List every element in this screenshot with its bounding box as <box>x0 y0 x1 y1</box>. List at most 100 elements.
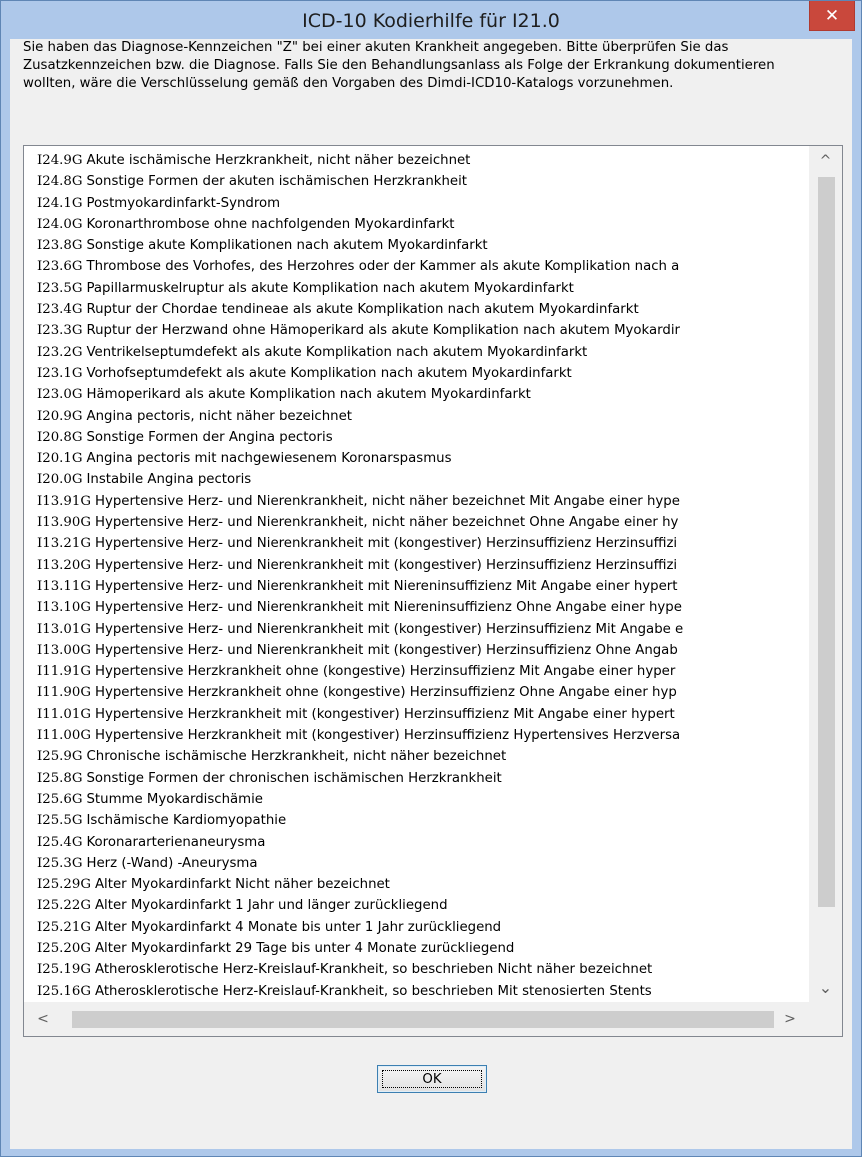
list-item[interactable]: I23.2G Ventrikelseptumdefekt als akute Ko… <box>24 342 809 363</box>
icd-code: I23.3G <box>37 323 83 339</box>
icd-description: Alter Myokardinfarkt 29 Tage bis unter 4… <box>94 940 515 956</box>
icd-description: Sonstige Formen der Angina pectoris <box>86 429 333 445</box>
icd-code: I24.1G <box>37 195 83 211</box>
list-item[interactable]: I24.9G Akute ischämische Herzkrankheit, n… <box>24 150 809 171</box>
list-item[interactable]: I13.10G Hypertensive Herz- und Nierenkran… <box>24 597 809 618</box>
icd-code: I20.1G <box>37 451 83 467</box>
icd-code: I23.2G <box>37 344 83 360</box>
icd-code: I23.1G <box>37 365 83 381</box>
vertical-scrollbar[interactable]: ^ ⌄ <box>809 146 842 1002</box>
icd-code: I20.9G <box>37 408 83 424</box>
icd-code: I25.5G <box>37 813 83 829</box>
ok-button[interactable]: OK <box>377 1065 487 1093</box>
icd-description: Sonstige Formen der chronischen ischämis… <box>86 770 502 786</box>
icd-code: I13.10G <box>37 600 91 616</box>
list-item[interactable]: I13.20G Hypertensive Herz- und Nierenkran… <box>24 555 809 576</box>
list-item[interactable]: I25.3G Herz (-Wand) -Aneurysma <box>24 853 809 874</box>
list-item[interactable]: I13.21G Hypertensive Herz- und Nierenkran… <box>24 533 809 554</box>
icd-code: I24.0G <box>37 216 83 232</box>
icd-code: I13.91G <box>37 493 91 509</box>
icd-description: Angina pectoris, nicht näher bezeichnet <box>86 408 352 424</box>
list-item[interactable]: I25.6G Stumme Myokardischämie <box>24 789 809 810</box>
list-item[interactable]: I23.4G Ruptur der Chordae tendineae als a… <box>24 299 809 320</box>
list-item[interactable]: I23.6G Thrombose des Vorhofes, des Herzoh… <box>24 256 809 277</box>
icd-code-listbox[interactable]: I24.9G Akute ischämische Herzkrankheit, n… <box>23 145 843 1037</box>
horizontal-scrollbar[interactable]: < > <box>24 1002 809 1036</box>
scroll-down-icon[interactable]: ⌄ <box>809 972 842 1002</box>
list-item[interactable]: I25.16G Atherosklerotische Herz-Kreislauf… <box>24 981 809 1002</box>
icd-code: I13.11G <box>37 578 91 594</box>
list-item[interactable]: I13.00G Hypertensive Herz- und Nierenkran… <box>24 640 809 661</box>
scroll-right-icon[interactable]: > <box>775 1002 805 1036</box>
icd-code: I24.8G <box>37 174 83 190</box>
icd-description: Ruptur der Herzwand ohne Hämoperikard al… <box>86 323 680 339</box>
list-item[interactable]: I25.20G Alter Myokardinfarkt 29 Tage bis … <box>24 938 809 959</box>
list-item[interactable]: I11.91G Hypertensive Herzkrankheit ohne (… <box>24 661 809 682</box>
icd-description: Hypertensive Herz- und Nierenkrankheit m… <box>94 621 684 637</box>
list-item[interactable]: I11.01G Hypertensive Herzkrankheit mit (k… <box>24 704 809 725</box>
close-icon: ✕ <box>824 5 840 26</box>
icd-description: Herz (-Wand) -Aneurysma <box>86 855 258 871</box>
icd-description: Hypertensive Herz- und Nierenkrankheit, … <box>94 515 679 531</box>
icd-code-list[interactable]: I24.9G Akute ischämische Herzkrankheit, n… <box>24 146 809 1006</box>
list-item[interactable]: I25.8G Sonstige Formen der chronischen is… <box>24 768 809 789</box>
horizontal-scroll-thumb[interactable] <box>72 1011 774 1028</box>
list-item[interactable]: I20.1G Angina pectoris mit nachgewiesenem… <box>24 448 809 469</box>
list-item[interactable]: I23.5G Papillarmuskelruptur als akute Kom… <box>24 278 809 299</box>
title-bar[interactable]: ICD-10 Kodierhilfe für I21.0 ✕ <box>1 1 861 39</box>
list-item[interactable]: I25.5G Ischämische Kardiomyopathie <box>24 810 809 831</box>
icd-description: Hypertensive Herz- und Nierenkrankheit m… <box>94 600 682 616</box>
icd-description: Ischämische Kardiomyopathie <box>86 813 287 829</box>
icd-code: I24.9G <box>37 153 83 168</box>
icd-code: I11.01G <box>37 706 91 722</box>
list-item[interactable]: I25.21G Alter Myokardinfarkt 4 Monate bis… <box>24 917 809 938</box>
icd-description: Atherosklerotische Herz-Kreislauf-Krankh… <box>94 962 653 978</box>
icd-description: Alter Myokardinfarkt Nicht näher bezeich… <box>94 877 390 893</box>
scroll-left-icon[interactable]: < <box>28 1002 58 1036</box>
icd-code: I25.22G <box>37 898 91 914</box>
list-item[interactable]: I25.22G Alter Myokardinfarkt 1 Jahr und l… <box>24 895 809 916</box>
list-item[interactable]: I11.00G Hypertensive Herzkrankheit mit (k… <box>24 725 809 746</box>
icd-description: Ventrikelseptumdefekt als akute Komplika… <box>86 344 588 360</box>
list-item[interactable]: I13.90G Hypertensive Herz- und Nierenkran… <box>24 512 809 533</box>
vertical-scroll-thumb[interactable] <box>818 177 835 907</box>
list-item[interactable]: I24.1G Postmyokardinfarkt-Syndrom <box>24 193 809 214</box>
icd-code: I13.00G <box>37 642 91 658</box>
close-button[interactable]: ✕ <box>809 1 855 31</box>
list-item[interactable]: I23.3G Ruptur der Herzwand ohne Hämoperik… <box>24 320 809 341</box>
icd-code: I25.3G <box>37 855 83 871</box>
list-item[interactable]: I11.90G Hypertensive Herzkrankheit ohne (… <box>24 682 809 703</box>
list-item[interactable]: I23.0G Hämoperikard als akute Komplikatio… <box>24 384 809 405</box>
list-item[interactable]: I25.4G Koronararterienaneurysma <box>24 832 809 853</box>
icd-description: Chronische ischämische Herzkrankheit, ni… <box>86 749 507 765</box>
list-item[interactable]: I25.9G Chronische ischämische Herzkrankhe… <box>24 746 809 767</box>
icd-description: Hypertensive Herz- und Nierenkrankheit m… <box>94 557 678 573</box>
icd-code: I11.91G <box>37 664 91 680</box>
info-message: Sie haben das Diagnose-Kennzeichen "Z" b… <box>23 40 775 91</box>
list-item[interactable]: I20.9G Angina pectoris, nicht näher bezei… <box>24 406 809 427</box>
icd-description: Papillarmuskelruptur als akute Komplikat… <box>86 280 574 296</box>
list-item[interactable]: I20.0G Instabile Angina pectoris <box>24 469 809 490</box>
list-item[interactable]: I13.01G Hypertensive Herz- und Nierenkran… <box>24 619 809 640</box>
list-item[interactable]: I24.0G Koronarthrombose ohne nachfolgende… <box>24 214 809 235</box>
list-item[interactable]: I13.91G Hypertensive Herz- und Nierenkran… <box>24 491 809 512</box>
icd-description: Atherosklerotische Herz-Kreislauf-Krankh… <box>94 983 652 999</box>
icd-description: Hypertensive Herzkrankheit ohne (kongest… <box>94 664 676 680</box>
list-item[interactable]: I20.8G Sonstige Formen der Angina pectori… <box>24 427 809 448</box>
icd-code: I25.6G <box>37 791 83 807</box>
list-item[interactable]: I23.1G Vorhofseptumdefekt als akute Kompl… <box>24 363 809 384</box>
list-item[interactable]: I24.8G Sonstige Formen der akuten ischämi… <box>24 171 809 192</box>
icd-description: Vorhofseptumdefekt als akute Komplikatio… <box>86 365 572 381</box>
list-item[interactable]: I25.29G Alter Myokardinfarkt Nicht näher … <box>24 874 809 895</box>
list-item[interactable]: I25.19G Atherosklerotische Herz-Kreislauf… <box>24 959 809 980</box>
list-item[interactable]: I13.11G Hypertensive Herz- und Nierenkran… <box>24 576 809 597</box>
icd-description: Sonstige akute Komplikationen nach akute… <box>86 238 488 254</box>
icd-description: Hypertensive Herz- und Nierenkrankheit, … <box>94 493 680 509</box>
dialog-body: Sie haben das Diagnose-Kennzeichen "Z" b… <box>10 39 852 1149</box>
icd-description: Hypertensive Herz- und Nierenkrankheit m… <box>94 642 678 658</box>
icd-code: I25.16G <box>37 983 91 999</box>
list-item[interactable]: I23.8G Sonstige akute Komplikationen nach… <box>24 235 809 256</box>
scroll-up-icon[interactable]: ^ <box>809 146 842 176</box>
icd-code: I23.4G <box>37 302 83 318</box>
icd-description: Stumme Myokardischämie <box>86 791 263 807</box>
